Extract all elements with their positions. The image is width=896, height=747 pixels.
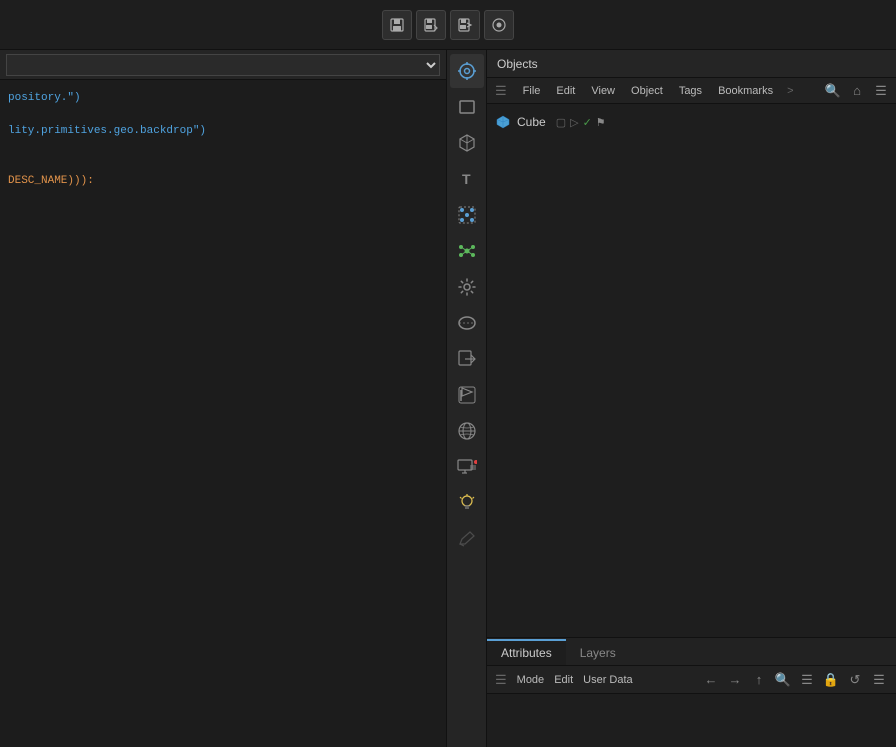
filter-icon[interactable]: ☰ — [798, 671, 816, 689]
code-area[interactable]: pository.") lity.primitives.geo.backdrop… — [0, 80, 446, 747]
refresh-icon[interactable]: ↺ — [846, 671, 864, 689]
toolbar-icons — [382, 10, 514, 40]
forward-icon[interactable]: → — [726, 671, 744, 689]
menu-object[interactable]: Object — [629, 85, 665, 97]
object-badges: ▢ ▷ ✓ ⚑ — [556, 116, 606, 129]
badge-play: ▷ — [570, 116, 578, 129]
code-line — [8, 140, 438, 157]
search-attrs-icon[interactable]: 🔍 — [774, 671, 792, 689]
menu-view[interactable]: View — [589, 85, 617, 97]
menu-tags[interactable]: Tags — [677, 85, 704, 97]
objects-content: Cube ▢ ▷ ✓ ⚑ — [487, 104, 896, 637]
menu-more[interactable]: > — [787, 85, 793, 97]
sidebar-light-icon[interactable] — [450, 486, 484, 520]
object-name-cube: Cube — [517, 115, 546, 129]
icon-sidebar: T — [447, 50, 487, 747]
sidebar-cursor-icon[interactable] — [450, 54, 484, 88]
objects-title: Objects — [497, 57, 538, 71]
menu-bookmarks[interactable]: Bookmarks — [716, 85, 775, 97]
sidebar-rectangle-icon[interactable] — [450, 90, 484, 124]
code-line — [8, 156, 438, 173]
sidebar-screen-icon[interactable] — [450, 450, 484, 484]
sidebar-edit-icon[interactable] — [450, 522, 484, 556]
menu-hamburger[interactable]: ☰ — [495, 672, 507, 688]
menu-icons-right: 🔍 ⌂ ☰ — [824, 82, 890, 100]
sidebar-nodes-icon[interactable] — [450, 234, 484, 268]
code-line: DESC_NAME))): — [8, 173, 438, 190]
bottom-panel: Attributes Layers ☰ Mode Edit User Data … — [487, 637, 896, 747]
sidebar-text-icon[interactable]: T — [450, 162, 484, 196]
objects-header: Objects — [487, 50, 896, 78]
left-panel: pository.") lity.primitives.geo.backdrop… — [0, 50, 447, 747]
main-area: pository.") lity.primitives.geo.backdrop… — [0, 50, 896, 747]
right-panel: Objects ☰ File Edit View Object Tags Boo… — [487, 50, 896, 747]
bottom-toolbar-right: ← → ↑ 🔍 ☰ 🔒 ↺ ☰ — [702, 671, 888, 689]
tab-attributes[interactable]: Attributes — [487, 639, 566, 665]
sidebar-gear-icon[interactable] — [450, 270, 484, 304]
badge-square: ▢ — [556, 116, 566, 129]
menu-item: ☰ — [493, 83, 509, 99]
menu-file[interactable]: File — [521, 85, 543, 97]
back-icon[interactable]: ← — [702, 671, 720, 689]
bottom-mode[interactable]: Mode — [517, 674, 545, 686]
svg-text:T: T — [462, 171, 471, 187]
live-button[interactable] — [484, 10, 514, 40]
bottom-toolbar: ☰ Mode Edit User Data ← → ↑ 🔍 ☰ 🔒 ↺ ☰ — [487, 666, 896, 694]
sidebar-globe-icon[interactable] — [450, 414, 484, 448]
list-icon[interactable]: ☰ — [872, 82, 890, 100]
code-line — [8, 107, 438, 124]
bottom-edit[interactable]: Edit — [554, 674, 573, 686]
bottom-content — [487, 694, 896, 747]
bottom-user-data[interactable]: User Data — [583, 674, 633, 686]
top-toolbar — [0, 0, 896, 50]
up-icon[interactable]: ↑ — [750, 671, 768, 689]
sidebar-points-select-icon[interactable] — [450, 198, 484, 232]
menu-edit[interactable]: Edit — [554, 85, 577, 97]
code-line: pository.") — [8, 90, 438, 107]
badge-flag: ⚑ — [596, 116, 606, 129]
home-icon[interactable]: ⌂ — [848, 82, 866, 100]
lock-icon[interactable]: 🔒 — [822, 671, 840, 689]
sidebar-import-icon[interactable] — [450, 342, 484, 376]
sidebar-oval-icon[interactable] — [450, 306, 484, 340]
cube-object-icon — [495, 114, 511, 130]
search-icon[interactable]: 🔍 — [824, 82, 842, 100]
code-line: lity.primitives.geo.backdrop") — [8, 123, 438, 140]
sidebar-flag-icon[interactable] — [450, 378, 484, 412]
export-button[interactable] — [450, 10, 480, 40]
options-icon[interactable]: ☰ — [870, 671, 888, 689]
left-panel-toolbar — [0, 50, 446, 80]
save-as-button[interactable] — [416, 10, 446, 40]
bottom-tabs: Attributes Layers — [487, 638, 896, 666]
sidebar-cube-icon[interactable] — [450, 126, 484, 160]
code-dropdown[interactable] — [6, 54, 440, 76]
badge-check: ✓ — [583, 116, 592, 129]
save-button[interactable] — [382, 10, 412, 40]
object-item-cube[interactable]: Cube ▢ ▷ ✓ ⚑ — [487, 108, 896, 136]
tab-layers[interactable]: Layers — [566, 639, 630, 665]
objects-menubar: ☰ File Edit View Object Tags Bookmarks >… — [487, 78, 896, 104]
